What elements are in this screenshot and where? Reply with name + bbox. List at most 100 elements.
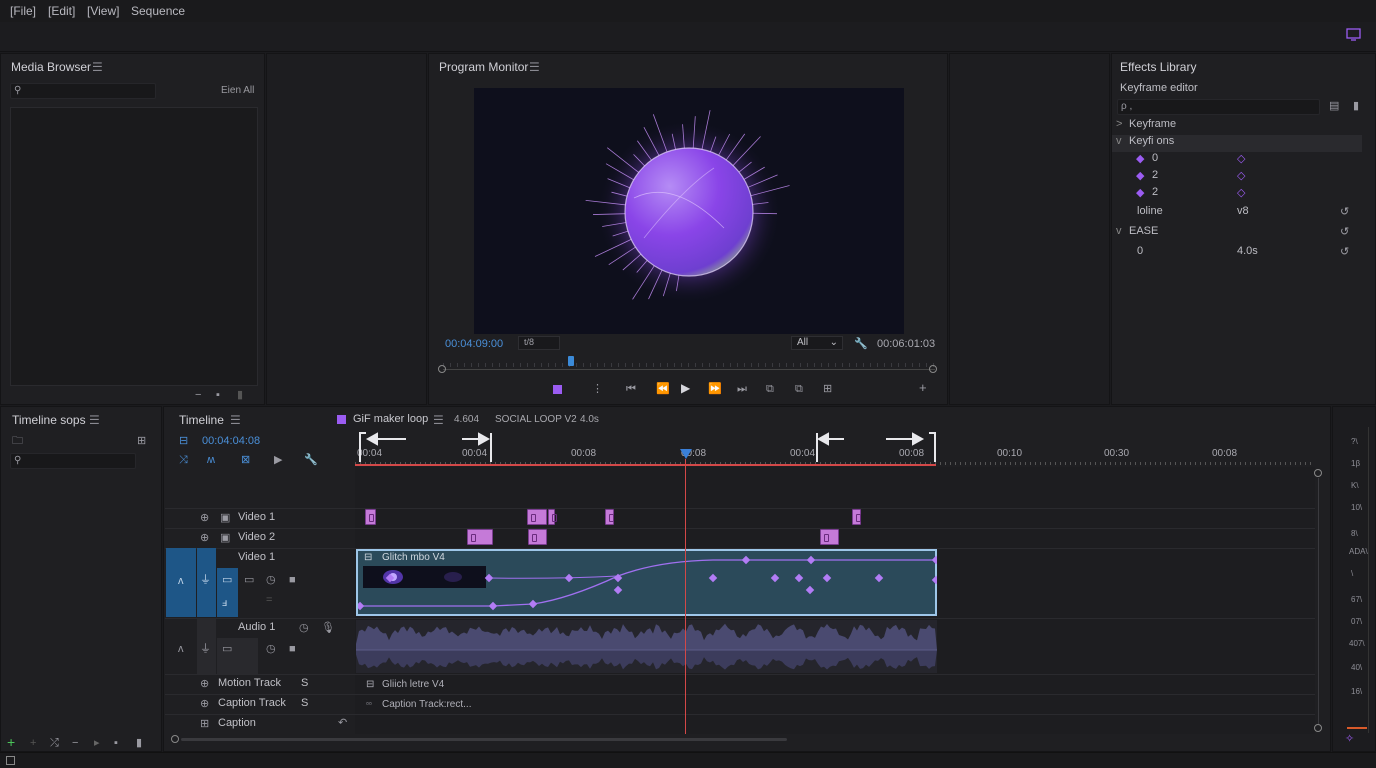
vertical-scrollbar[interactable]	[1318, 478, 1319, 724]
scrub-bar[interactable]	[443, 369, 935, 370]
panel-menu-icon[interactable]: ☰	[529, 60, 540, 74]
keyframe-outline-icon[interactable]: ◇	[1237, 186, 1245, 199]
lock-icon[interactable]: ⅎ	[222, 597, 227, 609]
wrench-icon[interactable]: 🔧	[854, 338, 868, 350]
scroll-handle-bottom[interactable]	[1314, 724, 1322, 732]
new-bin-icon[interactable]: ▤	[1329, 100, 1339, 112]
keyframe-diamond[interactable]	[770, 573, 780, 583]
menu-edit[interactable]: [Edit]	[48, 4, 75, 18]
lift-icon[interactable]: ⧉	[766, 383, 774, 395]
keyframe-curve[interactable]	[358, 551, 937, 616]
eye-icon[interactable]: ▭	[244, 574, 254, 586]
panel-menu-icon[interactable]: ☰	[92, 60, 103, 74]
out-point-handle[interactable]	[929, 365, 937, 373]
sync-lock-icon[interactable]: ⏚	[200, 574, 211, 586]
fast-forward-icon[interactable]: ⏩	[708, 383, 722, 395]
sops-search-input[interactable]: ⚲	[10, 453, 136, 469]
film-icon[interactable]: ▣	[220, 532, 230, 544]
snap-icon[interactable]: ⤨	[179, 454, 188, 466]
kf-row-diamond-2[interactable]: ◆ 2 ◇	[1112, 169, 1362, 186]
menu-file[interactable]: [File]	[10, 4, 36, 18]
handle-icon[interactable]: =	[266, 594, 272, 606]
monitor-playhead[interactable]	[567, 356, 574, 366]
keyframe-diamond[interactable]	[564, 573, 574, 583]
minus-icon[interactable]: −	[72, 737, 78, 749]
kf-row-value[interactable]: v8	[1237, 205, 1249, 217]
trash-icon[interactable]: ▮	[136, 737, 142, 749]
clip-marker[interactable]	[852, 509, 861, 525]
reset-icon[interactable]: ↺	[1340, 245, 1349, 258]
add-icon[interactable]: +	[7, 735, 15, 749]
screen-icon[interactable]	[1346, 28, 1362, 42]
film-icon[interactable]: ▭	[222, 574, 232, 586]
panel-menu-icon[interactable]: ☰	[433, 413, 444, 427]
speaker-icon[interactable]: ▭	[222, 643, 232, 655]
kf-row-duration[interactable]: 0 4.0s ↺	[1112, 245, 1362, 262]
keyframe-diamond-icon[interactable]: ◆	[1136, 186, 1144, 199]
main-video-clip[interactable]: ⊟ Glitch mbo V4	[356, 549, 937, 616]
keyframe-diamond[interactable]	[708, 573, 718, 583]
camera-icon[interactable]: ■	[289, 574, 296, 586]
filter-label[interactable]: Eien All	[221, 85, 254, 96]
clip-marker[interactable]	[548, 509, 557, 525]
keyframe-diamond[interactable]	[358, 601, 365, 611]
undo-icon[interactable]: ↶	[338, 717, 347, 729]
wrench-icon[interactable]: 🔧	[304, 454, 318, 466]
keyframe-outline-icon[interactable]: ◇	[1237, 152, 1245, 165]
audio-clip[interactable]	[356, 620, 937, 673]
folder-icon[interactable]: ▪	[216, 389, 220, 401]
horizontal-scrollbar[interactable]	[181, 738, 787, 741]
motion-clip-label[interactable]: Gliich letre V4	[382, 679, 444, 690]
more-icon[interactable]: ⋮	[592, 383, 603, 395]
clip-marker[interactable]	[605, 509, 614, 525]
keyframe-diamond-icon[interactable]: ◆	[1136, 152, 1144, 165]
h-scroll-handle[interactable]	[171, 735, 179, 743]
kf-row-value[interactable]: 4.0s	[1237, 245, 1258, 257]
play-icon[interactable]: ▶	[681, 382, 690, 394]
export-frame-icon[interactable]: ⊞	[823, 383, 832, 395]
timer-icon[interactable]: ◷	[266, 643, 276, 655]
kf-row-keyframe[interactable]: > Keyframe	[1112, 118, 1362, 135]
track-solo-flag[interactable]: S	[301, 697, 308, 709]
rewind-icon[interactable]: ⏪	[656, 383, 670, 395]
add-button-icon[interactable]: +	[919, 381, 927, 394]
zoom-select[interactable]: All ⌄	[791, 336, 843, 350]
keyframe-diamond[interactable]	[931, 555, 937, 565]
timeline-playhead[interactable]	[680, 449, 693, 734]
play-icon[interactable]: ▶	[274, 454, 282, 466]
forward-icon[interactable]: ▸	[94, 737, 100, 749]
clip-marker[interactable]	[527, 509, 547, 525]
step-back-icon[interactable]: ⏮	[626, 383, 636, 395]
folder-icon[interactable]: 🗀	[12, 435, 23, 447]
keyframe-diamond[interactable]	[385, 573, 395, 583]
clip-marker[interactable]	[467, 529, 493, 545]
caption-clip-label[interactable]: Caption Track:rect...	[382, 699, 471, 710]
sync-icon[interactable]: ⊕	[200, 512, 209, 524]
keyframe-outline-icon[interactable]: ◇	[1237, 169, 1245, 182]
expand-icon[interactable]: v	[1116, 135, 1122, 147]
kf-row-diamond-1[interactable]: ◆ 0 ◇	[1112, 152, 1362, 169]
kf-row-diamond-3[interactable]: ◆ 2 ◇	[1112, 186, 1362, 203]
sync-icon[interactable]: ⊕	[200, 678, 209, 690]
keyframe-diamond[interactable]	[822, 573, 832, 583]
keyframe-diamond[interactable]	[806, 555, 816, 565]
sync-icon[interactable]: ⊕	[200, 532, 209, 544]
kf-row-loline[interactable]: loline v8 ↺	[1112, 205, 1362, 222]
reset-icon[interactable]: ↺	[1340, 225, 1349, 238]
linked-selection-icon[interactable]: ʍ	[207, 454, 215, 466]
trash-icon[interactable]: ▮	[237, 389, 243, 401]
move-icon[interactable]: +	[30, 737, 36, 749]
playhead-head[interactable]	[680, 449, 693, 459]
loop-region-brackets[interactable]	[352, 428, 942, 468]
effects-search-input[interactable]: ρ ,	[1117, 99, 1320, 115]
keyframe-diamond[interactable]	[488, 601, 498, 611]
extract-icon[interactable]: ⧉	[795, 383, 803, 395]
timer-icon[interactable]: ◷	[299, 622, 309, 634]
reset-icon[interactable]: ↺	[1340, 205, 1349, 218]
new-item-icon[interactable]: ⊞	[137, 435, 146, 447]
kf-row-ease[interactable]: v EASE ↺	[1112, 225, 1362, 242]
media-search-input[interactable]: ⚲	[10, 83, 156, 99]
fps-select[interactable]: t/8	[518, 336, 560, 350]
shuffle-icon[interactable]: ⤮	[50, 737, 59, 749]
camera-icon[interactable]: ■	[289, 643, 296, 655]
